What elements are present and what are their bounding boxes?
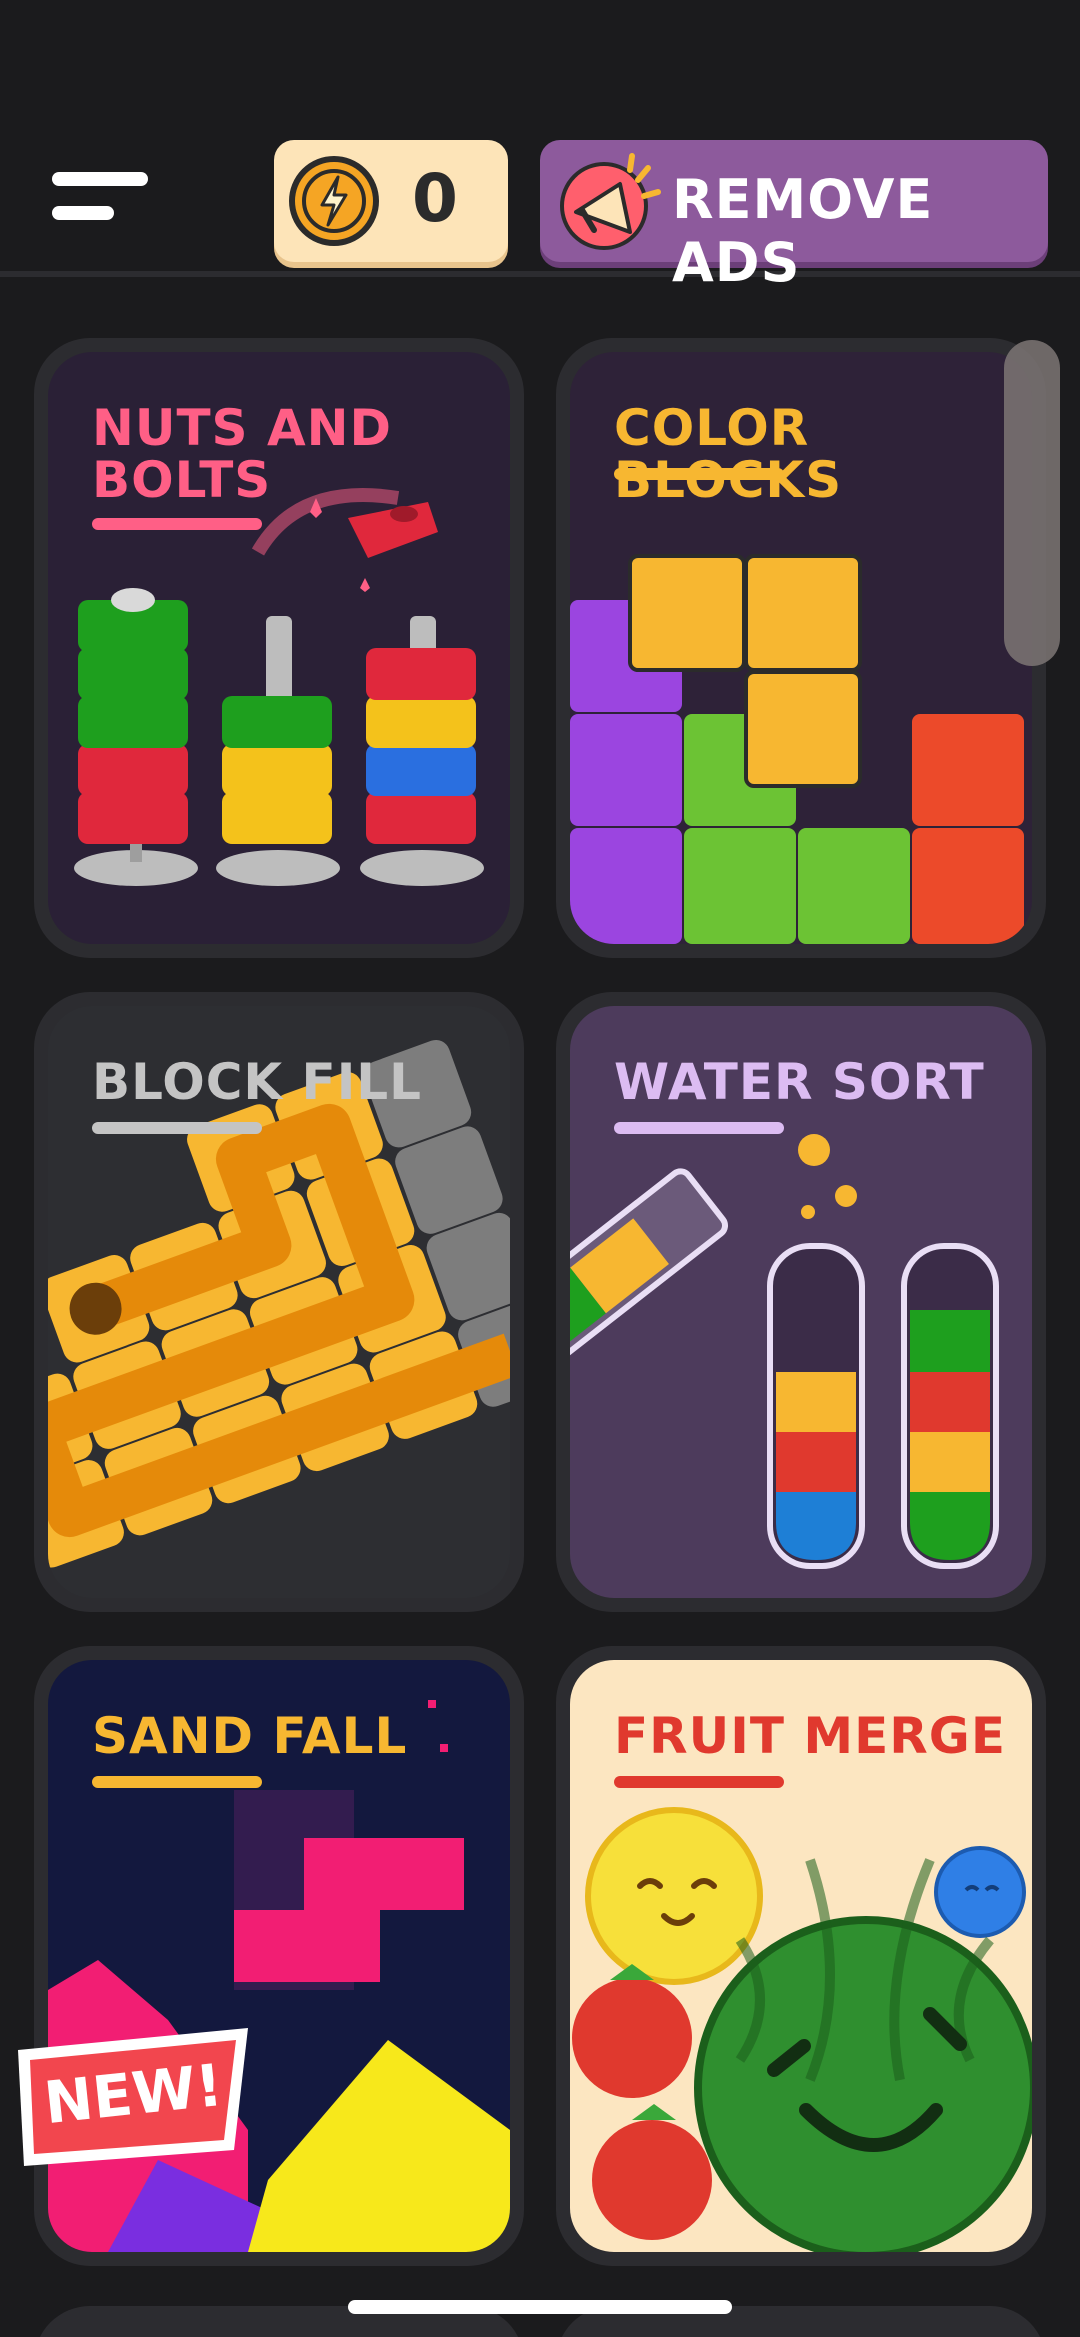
card-art: WATER SORT xyxy=(570,1006,1032,1598)
game-card-fruit-merge[interactable]: FRUIT MERGE xyxy=(556,1646,1046,2266)
game-title: COLOR BLOCKS xyxy=(614,399,843,509)
menu-bar-line xyxy=(52,172,148,186)
game-card-block-fill[interactable]: BLOCK FILL xyxy=(34,992,524,1612)
hamburger-menu-icon[interactable] xyxy=(52,168,150,226)
card-art: COLOR BLOCKS xyxy=(570,352,1032,944)
title-underline xyxy=(614,468,784,480)
home-indicator[interactable] xyxy=(348,2300,732,2314)
menu-bar-line xyxy=(52,206,114,220)
coin-balance[interactable]: 0 xyxy=(274,140,508,262)
remove-ads-button[interactable]: REMOVE ADS xyxy=(540,140,1048,294)
megaphone-icon xyxy=(560,153,661,250)
game-card-color-blocks[interactable]: COLOR BLOCKS xyxy=(556,338,1046,958)
game-title: NUTS AND BOLTS xyxy=(92,399,393,509)
title-underline xyxy=(92,1776,262,1788)
title-underline xyxy=(92,518,262,530)
scrollbar[interactable] xyxy=(1004,340,1060,666)
game-card-nuts-and-bolts[interactable]: NUTS AND BOLTS xyxy=(34,338,524,958)
game-title: FRUIT MERGE xyxy=(614,1707,1006,1765)
game-card-sand-fall[interactable]: SAND FALL xyxy=(34,1646,524,2266)
game-card-water-sort[interactable]: WATER SORT xyxy=(556,992,1046,1612)
game-title: BLOCK FILL xyxy=(92,1053,423,1111)
game-title: SAND FALL xyxy=(92,1707,408,1765)
title-underline xyxy=(614,1776,784,1788)
lightning-coin-icon xyxy=(289,156,379,246)
card-art: BLOCK FILL xyxy=(48,1006,510,1598)
title-underline xyxy=(614,1122,784,1134)
top-bar: 0 REMOVE ADS xyxy=(0,0,1080,294)
new-badge: NEW! xyxy=(8,2020,258,2170)
game-title: WATER SORT xyxy=(614,1053,985,1111)
card-art: NUTS AND BOLTS xyxy=(48,352,510,944)
card-art: FRUIT MERGE xyxy=(570,1660,1032,2252)
coin-count: 0 xyxy=(412,160,458,237)
remove-ads-label: REMOVE ADS xyxy=(672,168,934,294)
title-underline xyxy=(92,1122,262,1134)
